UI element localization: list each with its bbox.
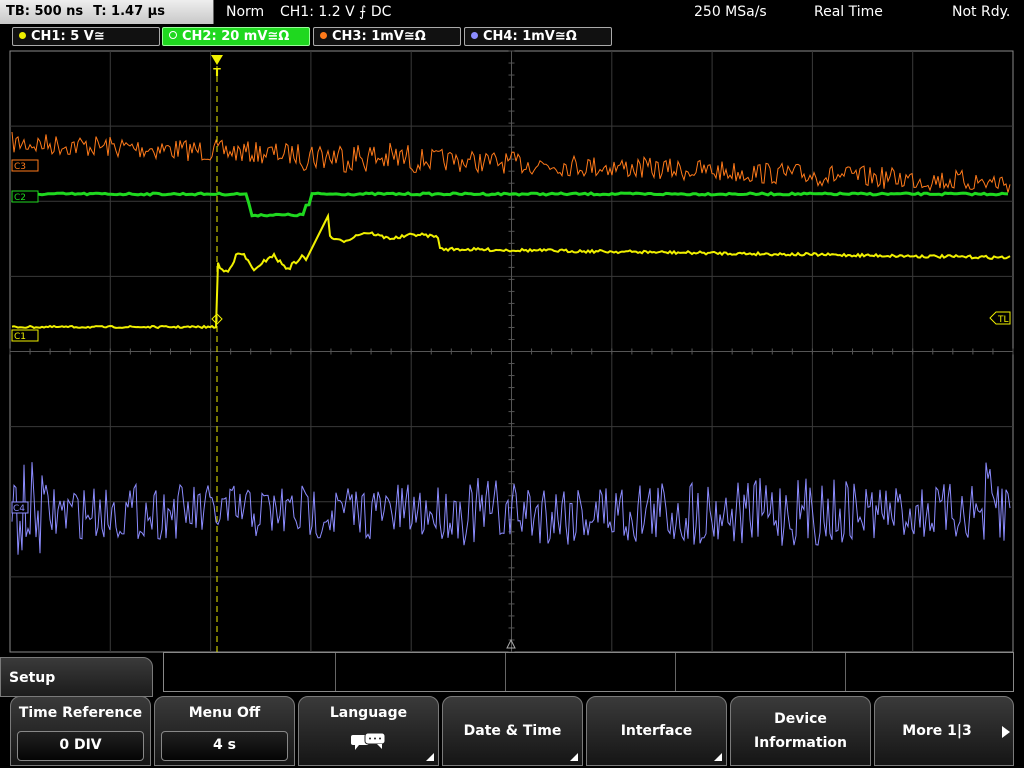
time-reference-value[interactable]: 0 DIV [17, 731, 144, 761]
ch4-position-marker[interactable]: C4 [11, 501, 29, 514]
time-reference-label: Time Reference [18, 705, 143, 721]
device-information-line2: Information [754, 735, 847, 751]
submenu-corner-icon [426, 753, 434, 761]
speech-bubble-icon [351, 732, 386, 750]
more-label: More 1|3 [902, 723, 972, 739]
device-information-line1: Device [774, 711, 827, 727]
interface-button[interactable]: Interface [586, 696, 727, 766]
menu-off-label: Menu Off [188, 705, 261, 721]
softkey-hint-row [163, 652, 1014, 692]
device-information-button[interactable]: Device Information [730, 696, 871, 766]
menu-off-value[interactable]: 4 s [161, 731, 288, 761]
ch2-marker-label: C2 [14, 193, 26, 203]
chevron-right-icon [1002, 726, 1010, 738]
date-time-label: Date & Time [463, 723, 562, 739]
submenu-corner-icon [570, 753, 578, 761]
menu-off-button[interactable]: Menu Off 4 s [154, 696, 295, 766]
ch4-marker-label: C4 [13, 504, 25, 514]
time-reference-button[interactable]: Time Reference 0 DIV [10, 696, 151, 766]
waveform-display[interactable]: T C3 C2 C1 C4 TL [0, 0, 1024, 660]
more-button[interactable]: More 1|3 [874, 696, 1014, 766]
interface-label: Interface [620, 723, 693, 739]
trigger-level-label: TL [997, 315, 1009, 325]
language-label: Language [329, 705, 408, 721]
ch3-position-marker[interactable]: C3 [11, 159, 39, 172]
menu-title-tab: Setup [0, 657, 153, 697]
date-time-button[interactable]: Date & Time [442, 696, 583, 766]
ch1-position-marker[interactable]: C1 [11, 329, 39, 342]
trigger-marker-label: T [213, 66, 221, 79]
submenu-corner-icon [714, 753, 722, 761]
ch2-position-marker[interactable]: C2 [11, 190, 39, 203]
ch3-marker-label: C3 [14, 162, 26, 172]
ch1-marker-label: C1 [14, 332, 26, 342]
language-button[interactable]: Language [298, 696, 439, 766]
